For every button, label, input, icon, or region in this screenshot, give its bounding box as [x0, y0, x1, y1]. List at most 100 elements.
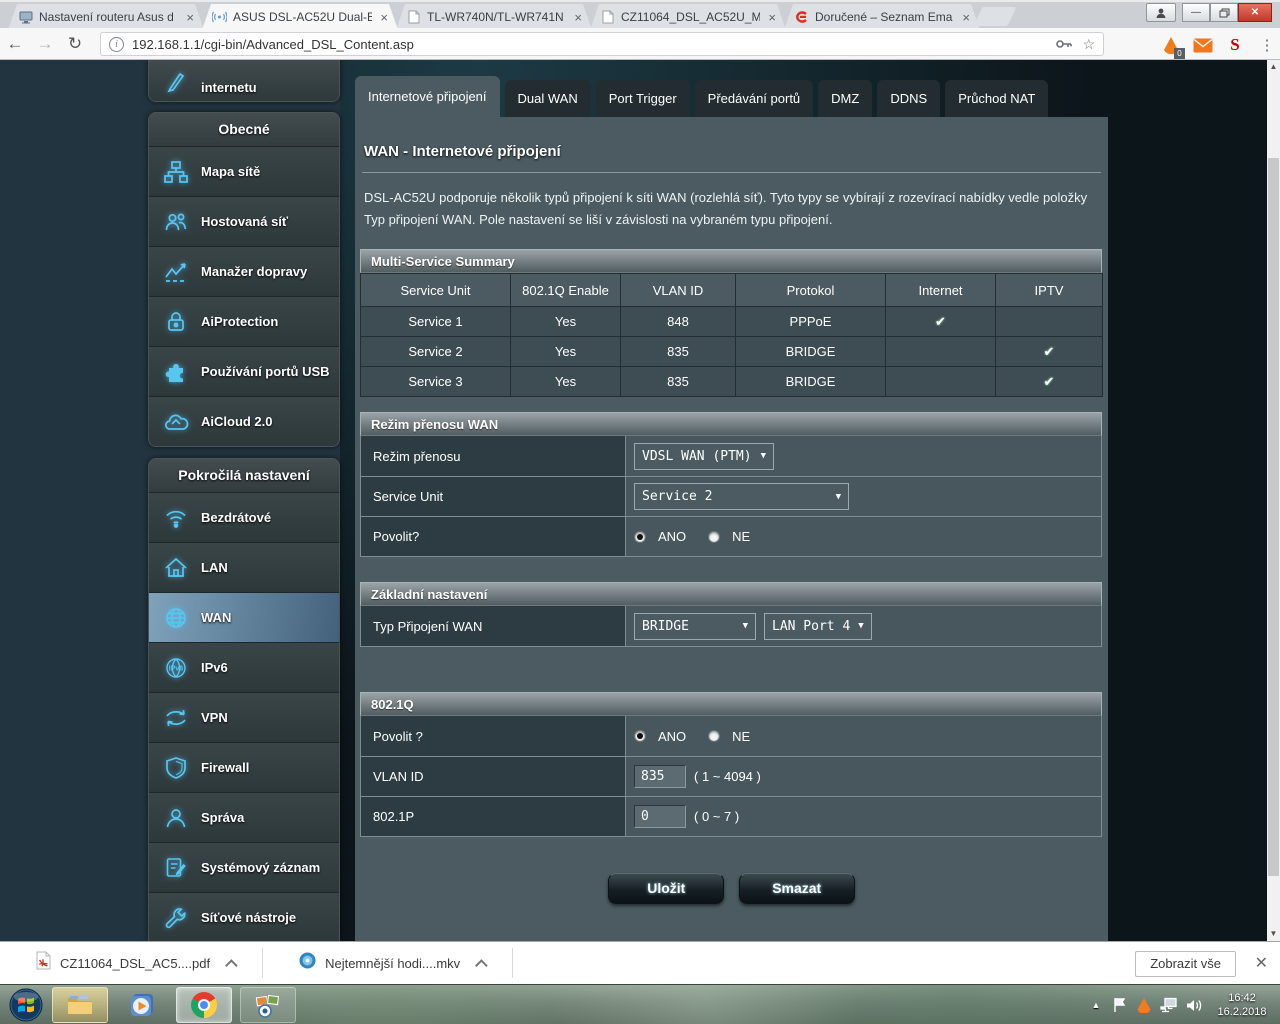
key-icon[interactable] — [1056, 36, 1073, 52]
radio-label: ANO — [658, 529, 687, 544]
tab-ddns[interactable]: DDNS — [877, 80, 941, 117]
back-icon[interactable]: ← — [0, 34, 30, 54]
tab-close-icon[interactable]: × — [378, 10, 390, 25]
sidebar-item-label: Hostovaná síť — [201, 214, 289, 229]
browser-menu-icon[interactable]: ⋮ — [1256, 34, 1278, 56]
wan-connection-type-select[interactable]: BRIDGE ▼ — [634, 612, 756, 640]
sidebar-item-network-map[interactable]: Mapa sítě — [149, 146, 339, 196]
group-header: Obecné — [149, 113, 339, 146]
summary-cell: BRIDGE — [735, 366, 886, 397]
browser-tab-5[interactable]: Doručené – Seznam Ema × — [784, 4, 980, 30]
tab-close-icon[interactable]: × — [766, 10, 778, 25]
volume-tray-icon[interactable] — [1182, 985, 1206, 1024]
browser-tab-4[interactable]: CZ11064_DSL_AC52U_M × — [590, 4, 786, 30]
page-scrollbar[interactable]: ▲ ▼ — [1267, 60, 1280, 941]
service-unit-select[interactable]: Service 2 ▼ — [634, 483, 849, 510]
scroll-up-icon[interactable]: ▲ — [1267, 60, 1280, 74]
action-center-flag-icon[interactable] — [1108, 985, 1132, 1024]
sidebar-item-wan-selected[interactable]: WAN — [149, 592, 339, 642]
sidebar-item-system-log[interactable]: Systémový záznam — [149, 842, 339, 892]
radio-yes[interactable] — [634, 730, 646, 742]
sidebar-item-usb-application[interactable]: Používání portů USB — [149, 346, 339, 396]
show-all-downloads-button[interactable]: Zobrazit vše — [1135, 951, 1236, 977]
forward-icon[interactable]: → — [30, 34, 60, 54]
address-bar[interactable]: i 192.168.1.1/cgi-bin/Advanced_DSL_Conte… — [100, 32, 1104, 56]
downloads-bar: CZ11064_DSL_AC5....pdf Nejtemnější hodi.… — [0, 941, 1280, 984]
save-button[interactable]: Uložit — [608, 873, 725, 904]
transfer-mode-select[interactable]: VDSL WAN (PTM) ▼ — [634, 442, 774, 470]
scrollbar-thumb[interactable] — [1268, 158, 1279, 876]
sidebar-item-vpn[interactable]: VPN — [149, 692, 339, 742]
url-text[interactable]: 192.168.1.1/cgi-bin/Advanced_DSL_Content… — [132, 37, 1046, 52]
new-tab-button[interactable] — [973, 7, 1017, 26]
download-item-pdf[interactable]: CZ11064_DSL_AC5....pdf — [26, 948, 248, 979]
sidebar-item-traffic-manager[interactable]: Manažer dopravy — [149, 246, 339, 296]
image-viewer-taskbar-button[interactable] — [240, 987, 296, 1023]
avast-extension-icon[interactable]: 0 — [1160, 34, 1185, 59]
browser-tab-1[interactable]: Nastavení routeru Asus d × — [8, 4, 204, 30]
lan-port-select[interactable]: LAN Port 4 ▼ — [764, 612, 872, 640]
network-tray-icon[interactable] — [1156, 985, 1182, 1024]
tab-internet-connection[interactable]: Internetové připojení — [355, 76, 500, 117]
notepad-pencil-icon — [161, 854, 191, 882]
media-player-taskbar-button[interactable] — [116, 987, 168, 1023]
priority-input[interactable] — [634, 805, 686, 828]
tab-close-icon[interactable]: × — [960, 10, 972, 25]
chevron-up-icon[interactable] — [475, 958, 488, 972]
summary-col-header: Service Unit — [360, 273, 511, 307]
tab-close-icon[interactable]: × — [572, 10, 584, 25]
sidebar-item-wireless[interactable]: Bezdrátové — [149, 492, 339, 542]
sidebar-item-label: VPN — [201, 710, 228, 725]
start-button[interactable] — [6, 987, 46, 1023]
window-close-button[interactable]: ✕ — [1238, 3, 1272, 22]
sidebar-item-label: WAN — [201, 610, 232, 625]
monitor-icon — [18, 10, 33, 25]
sidebar-item-firewall[interactable]: Firewall — [149, 742, 339, 792]
hidden-icons-chevron[interactable]: ▲ — [1086, 985, 1106, 1024]
window-maximize-button[interactable] — [1210, 3, 1238, 22]
tab-port-forwarding[interactable]: Předávání portů — [694, 80, 814, 117]
reload-icon[interactable]: ↻ — [60, 34, 90, 54]
close-downloads-bar-icon[interactable]: ✕ — [1255, 953, 1268, 973]
info-icon[interactable]: i — [109, 36, 124, 52]
file-explorer-taskbar-button[interactable] — [52, 987, 108, 1023]
sidebar-item-administration[interactable]: Správa — [149, 792, 339, 842]
tab-dmz[interactable]: DMZ — [818, 80, 873, 117]
radio-yes[interactable] — [634, 530, 646, 543]
delete-button[interactable]: Smazat — [738, 873, 855, 904]
dot1q-section: 802.1Q Povolit ? ANO NE VLAN ID ( 1 ~ — [360, 692, 1103, 837]
chevron-up-icon[interactable] — [225, 958, 238, 972]
radio-no[interactable] — [708, 730, 721, 742]
chrome-taskbar-button-active[interactable] — [176, 987, 232, 1023]
avast-tray-icon[interactable] — [1132, 985, 1156, 1024]
summary-cell: 848 — [620, 306, 736, 337]
email-extension-icon[interactable] — [1192, 34, 1214, 56]
window-minimize-button[interactable]: — — [1182, 3, 1210, 22]
sidebar-item-label: Správa — [201, 810, 245, 825]
tab-dual-wan[interactable]: Dual WAN — [504, 80, 591, 117]
sidebar-item-aicloud[interactable]: AiCloud 2.0 — [149, 396, 339, 446]
tab-nat-passthrough[interactable]: Průchod NAT — [945, 80, 1049, 117]
browser-tab-2-active[interactable]: ASUS DSL-AC52U Dual-B × — [202, 4, 398, 30]
sidebar-item-ipv6[interactable]: IPv6 IPv6 — [149, 642, 339, 692]
sidebar-item-label: Používání portů USB — [201, 364, 330, 379]
tab-close-icon[interactable]: × — [184, 10, 196, 25]
download-item-mkv[interactable]: Nejtemnější hodi....mkv — [289, 948, 498, 979]
sidebar-item-quick-internet-setup[interactable]: internetu — [149, 60, 339, 101]
sidebar-item-guest-network[interactable]: Hostovaná síť — [149, 196, 339, 246]
profile-button[interactable] — [1146, 3, 1176, 22]
tab-port-trigger[interactable]: Port Trigger — [595, 80, 690, 117]
sidebar-item-aiprotection[interactable]: AiProtection — [149, 296, 339, 346]
sidebar-item-network-tools[interactable]: Síťové nástroje — [149, 892, 339, 941]
vlan-id-input[interactable] — [634, 765, 686, 788]
traffic-chart-icon — [161, 258, 191, 286]
browser-tab-3[interactable]: TL-WR740N/TL-WR741N × — [396, 4, 592, 30]
taskbar-clock[interactable]: 16:42 16.2.2018 — [1210, 985, 1274, 1024]
summary-cell: Yes — [510, 336, 621, 367]
seznam-extension-icon[interactable]: S — [1224, 34, 1246, 56]
scroll-down-icon[interactable]: ▼ — [1267, 927, 1280, 941]
sidebar-item-label: Manažer dopravy — [201, 264, 308, 279]
radio-no[interactable] — [708, 530, 721, 543]
sidebar-item-lan[interactable]: LAN — [149, 542, 339, 592]
bookmark-star-icon[interactable]: ☆ — [1082, 36, 1095, 53]
